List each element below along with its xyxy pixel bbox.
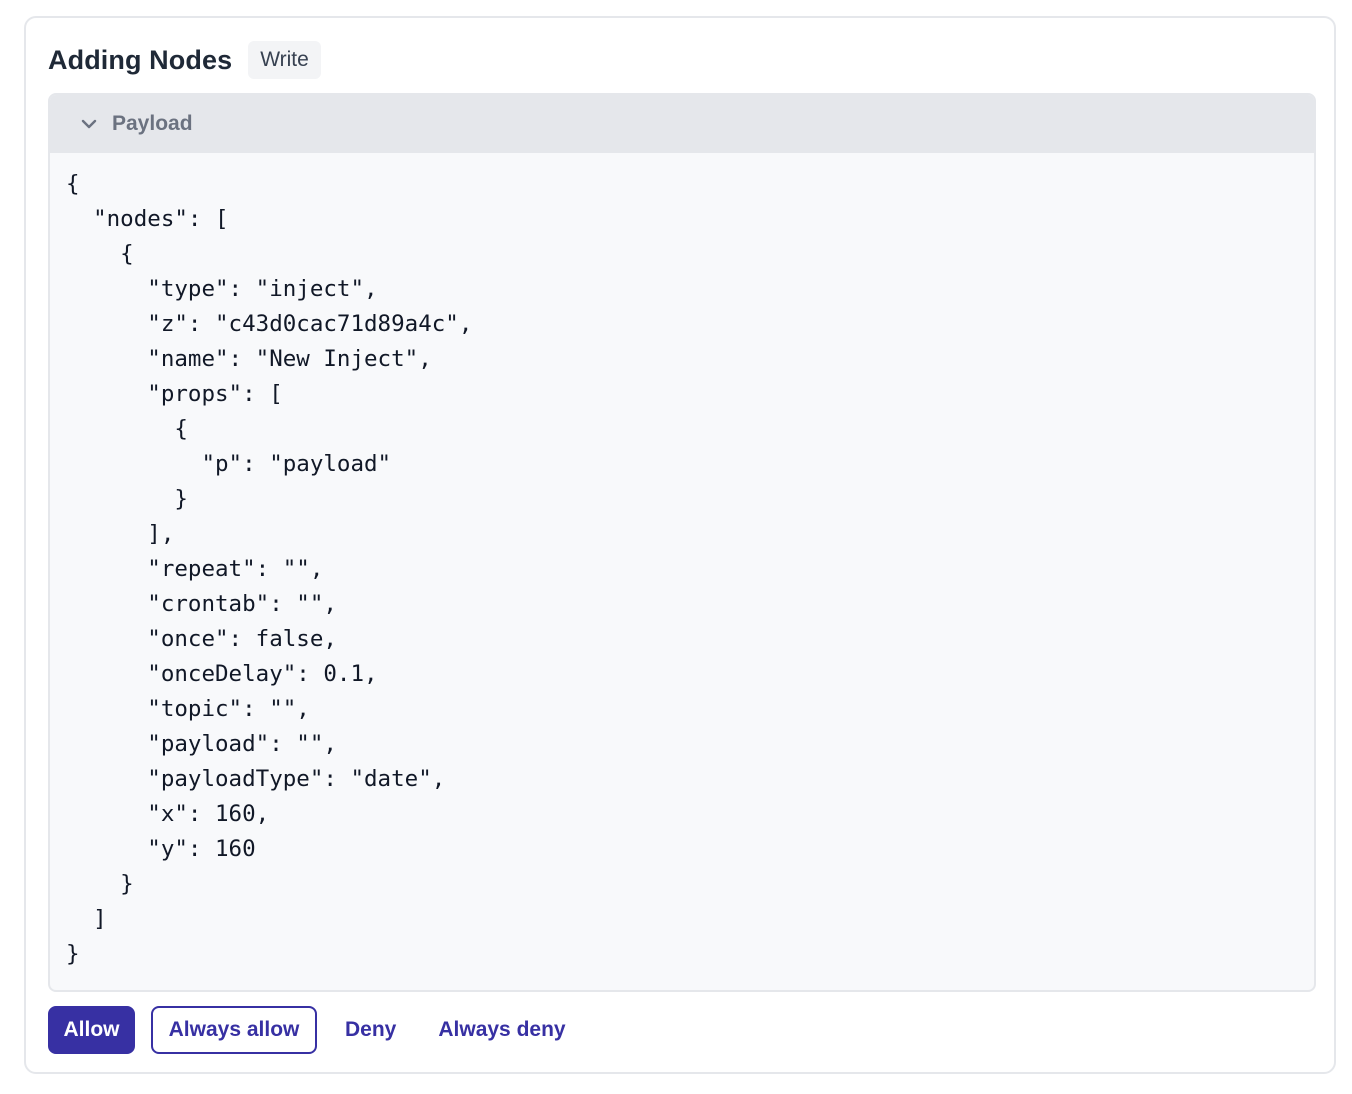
payload-panel: Payload { "nodes": [ { "type": "inject",… bbox=[48, 93, 1316, 992]
payload-code: { "nodes": [ { "type": "inject", "z": "c… bbox=[66, 171, 473, 967]
payload-toggle[interactable]: Payload bbox=[50, 95, 1314, 153]
always-allow-button[interactable]: Always allow bbox=[151, 1006, 317, 1054]
deny-button[interactable]: Deny bbox=[341, 1006, 400, 1054]
action-bar: Allow Always allow Deny Always deny bbox=[48, 1006, 570, 1054]
allow-button[interactable]: Allow bbox=[48, 1006, 135, 1054]
always-deny-button[interactable]: Always deny bbox=[434, 1006, 569, 1054]
permission-card: Adding Nodes Write Payload { "nodes": [ … bbox=[24, 16, 1336, 1074]
chevron-down-icon bbox=[78, 113, 100, 135]
payload-label: Payload bbox=[112, 112, 193, 135]
write-badge: Write bbox=[248, 41, 321, 79]
card-header: Adding Nodes Write bbox=[48, 40, 321, 80]
page-title: Adding Nodes bbox=[48, 44, 233, 75]
